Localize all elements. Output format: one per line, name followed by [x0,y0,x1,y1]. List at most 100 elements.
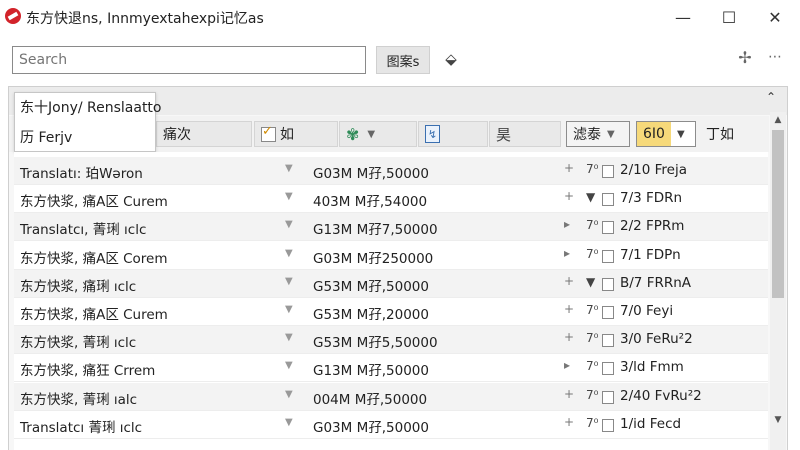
app-logo-icon [5,8,21,24]
row-size: G03M M孖250000 [313,250,434,267]
row-action[interactable]: ▸ [564,217,570,231]
row-action[interactable]: ▸ [564,246,570,260]
more-icon[interactable]: ⋯ [768,46,782,68]
row-marker: 7⁰ [586,218,599,233]
row-checkbox[interactable] [602,277,614,291]
page-label: 昊 [496,125,512,144]
row-action[interactable]: + [564,274,574,288]
chevron-down-icon[interactable]: ▼ [285,304,293,315]
table-row[interactable]: 东方快浆, 痛A区 Curem ▼ 403M M孖,54000 + ▼ 7/3 FDRn [14,185,768,214]
table-row[interactable]: 东方快浆, 痛A区 Curem ▼ G53M M孖,20000 +7⁰ 7/0 Feyi [14,298,768,326]
row-action[interactable]: + [564,161,574,175]
row-checkbox[interactable] [602,249,614,263]
row-name: 东方快浆, 痛琍 ıclc [20,278,137,295]
row-size: G13M M孖7,50000 [313,222,438,239]
row-name: 东方快浆, 痛A区 Curem [20,194,168,211]
table-row[interactable]: Translatcı, 菁琍 ıclc ▼ G13M M孖7,50000 ▸ 7⁰ 2/2… [14,213,768,242]
table-row[interactable]: Translatı: 珀Wəron ▼ G03M M孖,50000 +7⁰ 2/10 F… [14,157,768,185]
row-marker: 7⁰ [586,162,599,176]
priority-dropdown[interactable]: 痛次 [156,121,252,147]
row-size: G53M M孖5,50000 [313,335,438,352]
scroll-up-icon[interactable]: ▲ [770,112,786,128]
row-checkbox[interactable] [602,362,614,376]
chevron-down-icon[interactable]: ▼ [285,389,293,400]
move-label: 丁如 [706,127,734,143]
row-status: 7/0 Feyi [620,303,674,319]
chevron-down-icon[interactable]: ▼ [285,191,293,202]
color-dropdown[interactable]: ✾ ▼ [339,121,417,147]
row-checkbox[interactable] [602,306,614,319]
minimize-button[interactable]: — [660,0,706,34]
table-row[interactable]: 东方快浆, 菁琍 ıalc ▼ 004M M孖,50000 +7⁰ 2/40 FvRu²… [14,382,768,411]
row-checkbox[interactable] [602,418,614,432]
row-marker: ▼ [586,190,596,205]
chevron-down-icon: ▼ [367,128,376,140]
tag-icon[interactable]: ⬙ [441,47,461,71]
row-size: G53M M孖,50000 [313,278,429,295]
chevron-down-icon[interactable]: ▼ [285,417,293,428]
row-checkbox[interactable] [602,390,614,404]
row-marker: 7⁰ [586,387,599,402]
table-row[interactable]: 东方快浆, 菁琍 ıclc ▼ G53M M孖5,50000 +7⁰ 3/0 FeRu²… [14,326,768,355]
row-name: 东方快浆, 痛A区 Corem [20,250,168,267]
sort-dropdown[interactable]: 滤泰 ▼ [566,121,630,147]
chevron-down-icon[interactable]: ▼ [285,219,293,230]
chevron-down-icon: ▼ [676,128,685,140]
row-name: 东方快浆, 菁琍 ıclc [20,335,137,352]
flower-icon: ✾ [346,124,360,144]
close-button[interactable]: ✕ [752,0,798,34]
sort-label: 滤泰 [573,127,601,143]
row-action[interactable]: + [564,189,574,203]
scroll-down-icon[interactable]: ▼ [770,412,786,428]
search-input[interactable] [13,47,365,73]
row-name: 东方快浆, 痛狂 Crrem [20,363,156,380]
chevron-down-icon[interactable]: ▼ [285,276,293,287]
pin-icon[interactable]: ✢ [736,46,754,68]
row-name: Translatı: 珀Wəron [20,166,143,182]
maximize-button[interactable]: ☐ [706,0,752,34]
row-name: 东方快浆, 痛A区 Curem [20,307,168,323]
table-row[interactable]: 东方快浆, 痛狂 Crrem ▼ G13M M孖,50000 ▸ 7⁰ 3/ld Fmm [14,354,768,383]
scroll-thumb[interactable] [772,130,784,298]
table-row[interactable]: 东方快浆, 痛琍 ıclc ▼ G53M M孖,50000 + ▼ B/7 FRRnA [14,269,768,298]
chevron-down-icon[interactable]: ▼ [285,248,293,259]
row-status: 3/0 FeRu²2 [620,331,693,348]
row-checkbox[interactable] [602,221,614,235]
row-action[interactable]: + [564,302,574,316]
row-name: Translatcı, 菁琍 ıclc [20,222,147,239]
row-status: 2/10 Freja [620,162,687,178]
move-button[interactable]: 丁如 [700,121,750,147]
row-status: 2/2 FPRm [620,218,685,235]
mode-popup-title: 东十Jony/ Renslaatto [20,100,162,116]
page-button[interactable]: 昊 [489,121,561,147]
row-status: 7/3 FDRn [620,190,683,207]
filter-button[interactable]: 图案s [376,46,430,74]
search-box[interactable] [12,46,366,74]
row-action[interactable]: + [564,330,574,344]
row-action[interactable]: + [564,415,574,429]
row-name: 东方快浆, 菁琍 ıalc [20,391,138,408]
document-icon: ↯ [425,125,440,143]
row-size: 004M M孖,50000 [313,391,428,408]
row-checkbox[interactable] [602,165,614,178]
chevron-down-icon[interactable]: ▼ [285,360,293,371]
row-marker: ▼ [586,274,596,289]
chevron-up-icon[interactable]: ⌃ [762,88,780,106]
checkbox-icon [261,124,276,142]
count-dropdown[interactable]: 6I0 ▼ [636,121,696,147]
row-checkbox[interactable] [602,193,614,207]
row-status: 3/ld Fmm [620,359,684,376]
row-marker: 7⁰ [586,331,599,346]
row-action[interactable]: + [564,387,574,401]
chevron-down-icon[interactable]: ▼ [285,332,293,343]
row-status: 7/1 FDPn [620,246,681,263]
table-row[interactable]: 东方快浆, 痛A区 Corem ▼ G03M M孖250000 ▸ 7⁰ 7/1 FDPn [14,242,768,270]
row-marker: 7⁰ [586,415,599,430]
table-row[interactable]: Translatcı 菁琍 ıclc ▼ G03M M孖,50000 +7⁰ 1/id … [14,411,768,439]
document-button[interactable]: ↯ [418,121,488,147]
row-action[interactable]: ▸ [564,358,570,372]
check-filter-button[interactable]: 如 [254,121,338,147]
row-checkbox[interactable] [602,334,614,348]
chevron-down-icon[interactable]: ▼ [285,163,293,174]
mode-popup-subtitle[interactable]: 历 Ferjv [20,127,72,147]
